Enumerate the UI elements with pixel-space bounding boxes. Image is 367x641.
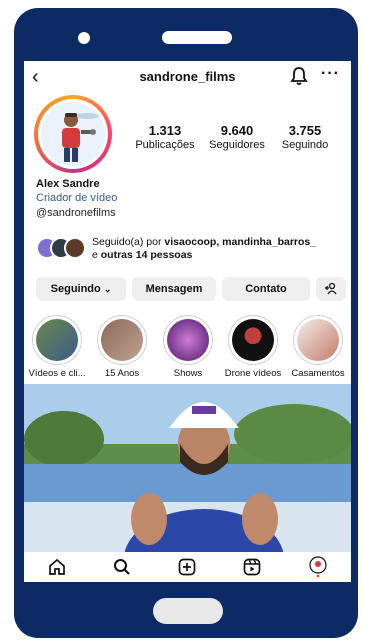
highlight-cover: [36, 319, 78, 361]
highlight-cover: [297, 319, 339, 361]
highlight-label: 15 Anos: [104, 368, 140, 379]
home-icon[interactable]: [48, 558, 66, 576]
highlight-label: Shows: [173, 368, 203, 379]
followed-by-prefix: Seguido(a) por: [92, 236, 165, 248]
profile-avatar[interactable]: [34, 95, 112, 173]
followers-label: Seguidores: [209, 139, 265, 151]
profile-handle[interactable]: @sandronefilms: [36, 207, 116, 219]
profile-avatar-icon[interactable]: [308, 556, 328, 578]
following-button[interactable]: Seguindo ⌄: [36, 277, 126, 301]
avatar-illustration: [41, 102, 105, 166]
mutual-avatars: [36, 237, 88, 259]
stat-followers[interactable]: 9.640 Seguidores: [205, 123, 269, 151]
posts-count: 1.313: [148, 123, 182, 138]
camera-dot: [78, 32, 90, 44]
highlight-cover: [232, 319, 274, 361]
video-thumbnail: [24, 384, 351, 552]
mutual-avatar: [64, 237, 86, 259]
profile-display-name: Alex Sandre: [36, 178, 100, 190]
posts-label: Publicações: [135, 139, 195, 151]
profile-actions: Seguindo ⌄ Mensagem Contato: [36, 277, 346, 301]
more-options-icon[interactable]: ···: [321, 65, 340, 83]
story-highlights: Vídeos e cli... 15 Anos Shows Drone víde…: [24, 315, 351, 385]
highlight-label: Vídeos e cli...: [28, 368, 86, 379]
phone-screen: ‹ sandrone_films ··· 1.313 Publicações 9…: [24, 61, 351, 582]
home-button[interactable]: [153, 598, 223, 624]
highlight-label: Drone vídeos: [224, 368, 282, 379]
plus-square-icon[interactable]: [178, 558, 196, 576]
chevron-down-icon: ⌄: [103, 284, 112, 294]
highlight-item[interactable]: Vídeos e cli...: [27, 315, 87, 379]
following-button-label: Seguindo: [50, 283, 101, 295]
search-icon[interactable]: [113, 558, 131, 576]
following-count: 3.755: [288, 123, 322, 138]
followed-by-names: visaocoop, mandinha_barros_: [164, 236, 317, 248]
followed-by-others: outras 14 pessoas: [100, 249, 193, 261]
bottom-navigation: [24, 552, 351, 582]
reels-icon[interactable]: [243, 558, 261, 576]
contact-button[interactable]: Contato: [222, 277, 310, 301]
highlight-cover: [101, 319, 143, 361]
highlight-item[interactable]: Shows: [158, 315, 218, 379]
add-user-button[interactable]: [316, 277, 346, 301]
featured-video[interactable]: [24, 384, 351, 552]
highlight-item[interactable]: Drone vídeos: [223, 315, 283, 379]
highlight-cover: [167, 319, 209, 361]
followed-by-text: Seguido(a) por visaocoop, mandinha_barro…: [92, 236, 316, 262]
highlight-label: Casamentos: [291, 368, 345, 379]
stat-following[interactable]: 3.755 Seguindo: [277, 123, 333, 151]
followed-by[interactable]: Seguido(a) por visaocoop, mandinha_barro…: [36, 233, 348, 263]
highlight-item[interactable]: Casamentos: [288, 315, 348, 379]
following-label: Seguindo: [281, 139, 329, 151]
add-person-icon: [325, 282, 337, 295]
followers-count: 9.640: [220, 123, 254, 138]
highlight-item[interactable]: 15 Anos: [92, 315, 152, 379]
profile-category[interactable]: Criador de vídeo: [36, 192, 117, 204]
profile-header: ‹ sandrone_films ···: [24, 61, 351, 93]
bell-icon[interactable]: [289, 66, 309, 86]
message-button[interactable]: Mensagem: [132, 277, 216, 301]
followed-by-connector: e: [92, 249, 101, 261]
speaker-bar: [162, 31, 232, 44]
stat-posts[interactable]: 1.313 Publicações: [135, 123, 195, 151]
